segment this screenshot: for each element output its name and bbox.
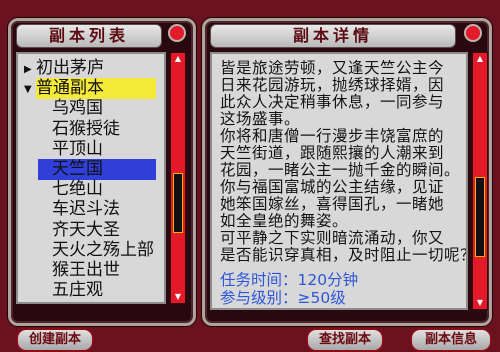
dungeon-item[interactable]: 车迟斗法 bbox=[18, 199, 164, 220]
scroll-down-arrow-icon[interactable]: ▼ bbox=[474, 298, 486, 308]
list-item-label: 天竺国 bbox=[52, 159, 103, 179]
left-frame-knob bbox=[168, 24, 186, 42]
dungeon-list-scrollbar[interactable]: ▲ ▼ bbox=[170, 52, 186, 304]
list-item-label: 初出茅庐 bbox=[36, 58, 104, 78]
dungeon-item[interactable]: 平顶山 bbox=[18, 139, 164, 160]
category-item[interactable]: ▼ 普通副本 bbox=[18, 78, 164, 100]
dungeon-list-title: 副本列表 bbox=[16, 24, 162, 48]
list-item-label: 平顶山 bbox=[52, 138, 103, 159]
dungeon-list-scroll-thumb[interactable] bbox=[173, 173, 183, 233]
dungeon-detail-scrollbar[interactable]: ▲ ▼ bbox=[472, 52, 488, 310]
dungeon-detail-panel: 皆是旅途劳顿，又逢天竺公主今 日来花园游玩，抛绣球择婿，因 此众人决定稍事休息，… bbox=[210, 52, 468, 310]
dungeon-detail-title: 副本详情 bbox=[210, 24, 456, 48]
dungeon-detail-scroll-thumb[interactable] bbox=[475, 177, 485, 257]
category-item[interactable]: ▶ 初出茅庐 bbox=[18, 58, 164, 79]
scroll-up-arrow-icon[interactable]: ▲ bbox=[474, 54, 486, 64]
list-item-label: 天火之殇上部 bbox=[52, 239, 154, 260]
right-frame-knob bbox=[464, 24, 482, 42]
dungeon-item[interactable]: 石猴授徒 bbox=[18, 119, 164, 140]
list-item-label: 乌鸡国 bbox=[52, 98, 103, 119]
dungeon-item[interactable]: 天竺国 bbox=[38, 159, 156, 180]
dungeon-item[interactable]: 五庄观 bbox=[18, 280, 164, 301]
list-item-label: 七绝山 bbox=[52, 179, 103, 200]
list-item-label: 五庄观 bbox=[52, 280, 103, 301]
scroll-down-arrow-icon[interactable]: ▼ bbox=[172, 292, 184, 302]
dungeon-list: ▶ 初出茅庐 ▼ 普通副本 乌鸡国 石猴授徒 平顶山 天竺国 七绝山 车迟斗法 齐天大圣 天火之殇上部… bbox=[18, 54, 164, 302]
list-item-label: 齐天大圣 bbox=[52, 219, 120, 240]
dungeon-time: 任务时间：120分钟 bbox=[220, 271, 359, 289]
create-dungeon-button[interactable]: 创建副本 bbox=[16, 328, 94, 352]
dungeon-level-requirement: 参与级别：≥50级 bbox=[220, 289, 346, 307]
dungeon-list-panel: ▶ 初出茅庐 ▼ 普通副本 乌鸡国 石猴授徒 平顶山 天竺国 七绝山 车迟斗法 齐天大圣 天火之殇上部… bbox=[16, 52, 166, 304]
dungeon-item[interactable]: 天火之殇上部 bbox=[18, 240, 164, 261]
scroll-up-arrow-icon[interactable]: ▲ bbox=[172, 54, 184, 64]
dungeon-item[interactable]: 齐天大圣 bbox=[18, 220, 164, 241]
find-dungeon-button[interactable]: 查找副本 bbox=[306, 328, 384, 352]
list-item-label: 车迟斗法 bbox=[52, 199, 120, 220]
dungeon-item[interactable]: 七绝山 bbox=[18, 179, 164, 200]
list-item-label: 石猴授徒 bbox=[52, 118, 120, 139]
dungeon-item[interactable]: 猴王出世 bbox=[18, 260, 164, 281]
collapsed-arrow-icon[interactable]: ▶ bbox=[24, 59, 32, 80]
dungeon-info-button[interactable]: 副本信息 bbox=[410, 328, 492, 352]
expanded-arrow-icon[interactable]: ▼ bbox=[24, 79, 32, 100]
list-item-label: 猴王出世 bbox=[52, 260, 120, 280]
dungeon-description: 皆是旅途劳顿，又逢天竺公主今 日来花园游玩，抛绣球择婿，因 此众人决定稍事休息，… bbox=[220, 59, 468, 264]
dungeon-item[interactable]: 乌鸡国 bbox=[18, 98, 164, 119]
list-item-label: 普通副本 bbox=[36, 78, 156, 100]
